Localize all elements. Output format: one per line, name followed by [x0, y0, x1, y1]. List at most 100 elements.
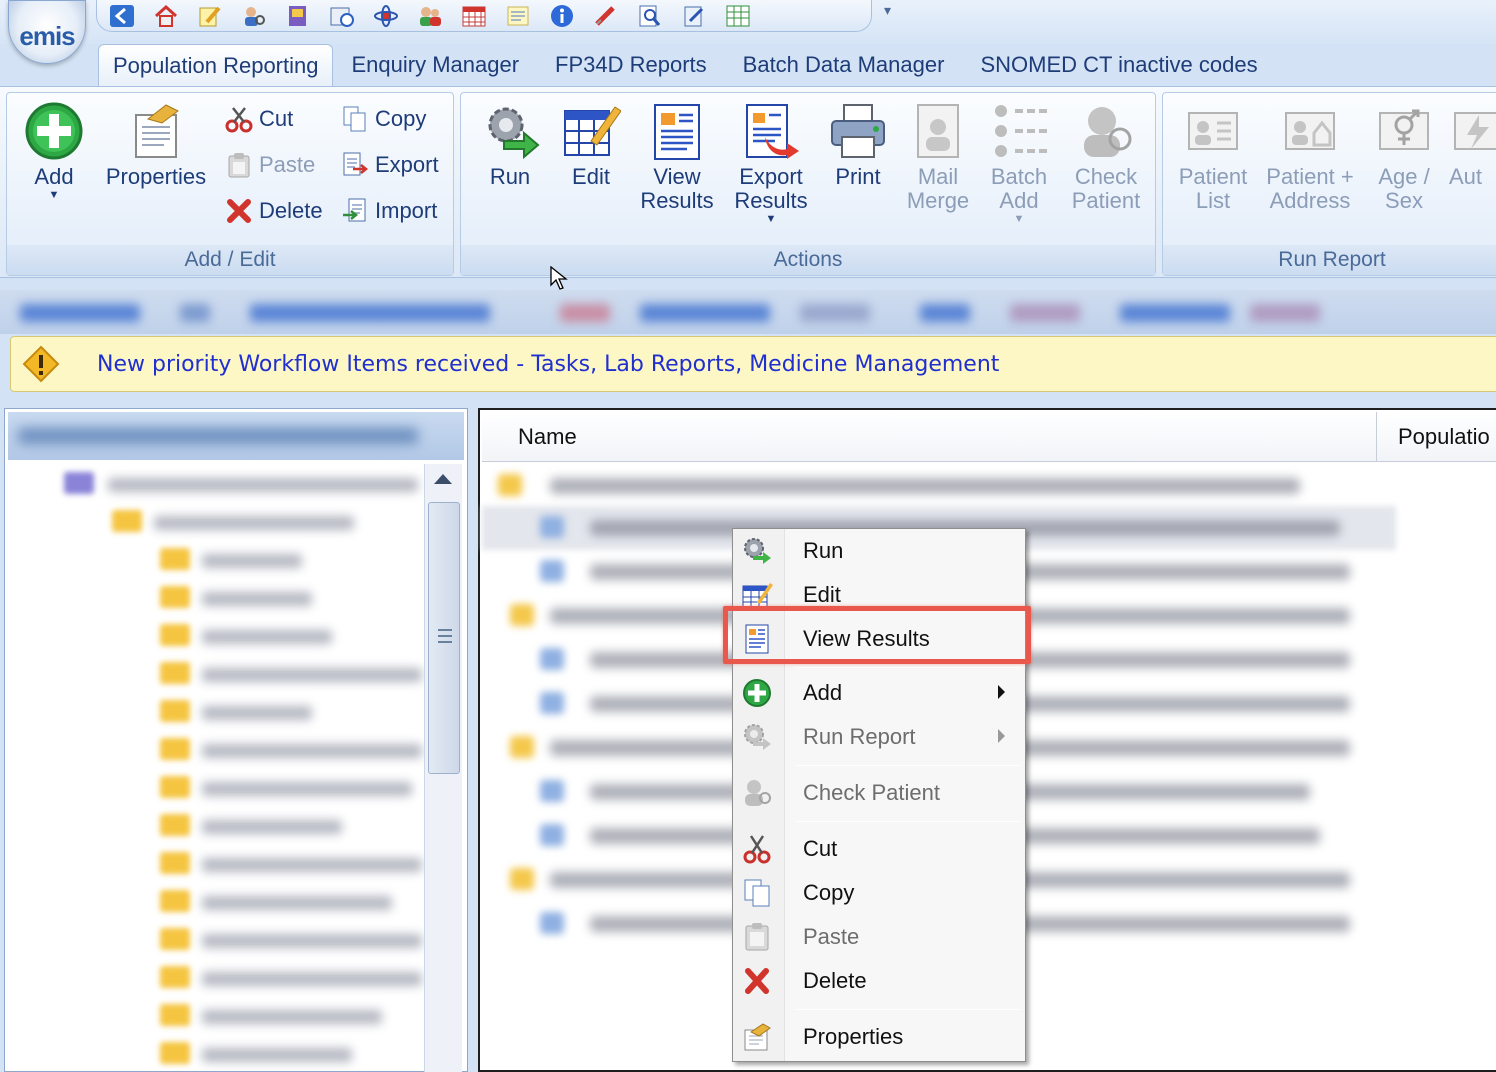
tree-item[interactable]: [24, 1004, 424, 1030]
context-menu-item-copy[interactable]: Copy: [733, 871, 1025, 915]
context-menu-label: Delete: [803, 968, 867, 993]
context-menu-item-run[interactable]: Run: [733, 529, 1025, 573]
context-menu-label: Paste: [803, 924, 860, 949]
run-button[interactable]: Run: [475, 101, 545, 189]
tree-item[interactable]: [24, 586, 424, 612]
tree-item[interactable]: [24, 852, 424, 878]
context-menu-item-check-patient[interactable]: Check Patient: [733, 771, 1025, 815]
context-menu-label: Edit: [803, 582, 841, 607]
tree-item[interactable]: [24, 662, 424, 688]
calendar-clock-icon[interactable]: [327, 3, 357, 29]
users-icon[interactable]: [415, 3, 445, 29]
app-menu-orb[interactable]: emis: [8, 0, 86, 64]
column-separator[interactable]: [1376, 412, 1377, 462]
tree-item[interactable]: [24, 472, 424, 498]
patient-list-icon: [1183, 101, 1243, 161]
batch-add-button[interactable]: Batch Add ▼: [983, 101, 1055, 225]
run-report-icon: [741, 722, 773, 752]
column-header-name[interactable]: Name: [518, 412, 1318, 462]
context-menu-separator: [795, 667, 1021, 668]
context-menu-item-run-report[interactable]: Run Report: [733, 715, 1025, 759]
context-menu-label: Check Patient: [803, 780, 940, 805]
notification-message[interactable]: New priority Workflow Items received - T…: [97, 352, 999, 377]
tree-item[interactable]: [24, 624, 424, 650]
tree-item[interactable]: [24, 700, 424, 726]
magnifier-document-icon[interactable]: [635, 3, 665, 29]
tree-item[interactable]: [24, 776, 424, 802]
batch-add-dropdown-arrow-icon: ▼: [1013, 213, 1025, 225]
warning-diamond-icon: [22, 345, 60, 383]
tab-snomed-ct-inactive-codes[interactable]: SNOMED CT inactive codes: [962, 44, 1275, 86]
calendar-grid-icon[interactable]: [459, 3, 489, 29]
tree-item[interactable]: [24, 738, 424, 764]
context-menu-item-cut[interactable]: Cut: [733, 827, 1025, 871]
patient-address-button[interactable]: Patient + Address: [1261, 101, 1359, 213]
delete-x-icon: [227, 199, 251, 223]
edit-button[interactable]: Edit: [557, 101, 625, 189]
patient-list-button[interactable]: Patient List: [1175, 101, 1251, 213]
ribbon-group-actions: Run Edit View Results Export Results ▼ P…: [460, 92, 1156, 276]
age-sex-button[interactable]: Age / Sex: [1369, 101, 1439, 213]
import-button[interactable]: Import: [341, 197, 437, 225]
tree-item[interactable]: [24, 814, 424, 840]
customize-toolbar-arrow-icon[interactable]: ▾: [884, 2, 891, 19]
molecule-icon[interactable]: [371, 3, 401, 29]
add-label: Add: [34, 164, 74, 189]
tree-item[interactable]: [24, 548, 424, 574]
view-results-button[interactable]: View Results: [637, 101, 717, 213]
workflow-notification-bar[interactable]: New priority Workflow Items received - T…: [10, 336, 1496, 392]
tab-batch-data-manager[interactable]: Batch Data Manager: [725, 44, 963, 86]
import-icon: [343, 198, 366, 222]
auto-report-label: Aut: [1449, 164, 1483, 189]
tree-item[interactable]: [24, 928, 424, 954]
scroll-up-arrow-icon[interactable]: [434, 474, 452, 484]
context-menu-separator: [795, 765, 1021, 766]
tree-item[interactable]: [24, 1042, 424, 1068]
app-logo-text: emis: [19, 20, 75, 51]
mail-merge-button[interactable]: Mail Merge: [903, 101, 973, 213]
tree-vertical-scrollbar[interactable]: [424, 464, 462, 1072]
copy-icon: [741, 878, 773, 908]
view-results-icon: [647, 101, 707, 161]
copy-button[interactable]: Copy: [341, 105, 426, 133]
add-button[interactable]: Add ▼: [17, 101, 91, 201]
ribbon-group-add-edit: Add ▼ Properties Cut Paste Delete Copy E…: [6, 92, 454, 276]
export-button[interactable]: Export: [341, 151, 439, 179]
scrollbar-thumb[interactable]: [428, 502, 460, 774]
auto-report-button[interactable]: Aut: [1449, 101, 1496, 189]
back-arrow-icon[interactable]: [107, 3, 137, 29]
properties-icon: [741, 1022, 773, 1052]
home-icon[interactable]: [151, 3, 181, 29]
syringe-icon[interactable]: [591, 3, 621, 29]
context-menu-item-paste[interactable]: Paste: [733, 915, 1025, 959]
cut-button[interactable]: Cut: [225, 105, 293, 133]
info-icon[interactable]: [547, 3, 577, 29]
user-search-icon[interactable]: [239, 3, 269, 29]
pencil-notes-icon[interactable]: [195, 3, 225, 29]
column-header-population[interactable]: Populatio: [1398, 412, 1496, 462]
tree-item[interactable]: [24, 966, 424, 992]
note-icon[interactable]: [503, 3, 533, 29]
properties-button[interactable]: Properties: [103, 101, 209, 189]
paste-icon: [741, 922, 773, 952]
spreadsheet-icon[interactable]: [723, 3, 753, 29]
tree-item[interactable]: [24, 510, 424, 536]
tree-item[interactable]: [24, 890, 424, 916]
tab-population-reporting[interactable]: Population Reporting: [98, 44, 334, 86]
edit-document-icon[interactable]: [679, 3, 709, 29]
context-menu-item-delete[interactable]: Delete: [733, 959, 1025, 1003]
print-button[interactable]: Print: [823, 101, 893, 189]
document-icon[interactable]: [283, 3, 313, 29]
tab-fp34d-reports[interactable]: FP34D Reports: [537, 44, 725, 86]
paste-button[interactable]: Paste: [225, 151, 315, 179]
delete-button[interactable]: Delete: [225, 197, 323, 225]
check-patient-button[interactable]: Check Patient: [1067, 101, 1145, 213]
list-item[interactable]: [490, 466, 1390, 506]
view-results-highlight-annotation: [723, 606, 1031, 664]
import-label: Import: [375, 198, 438, 223]
scissors-icon: [225, 107, 253, 133]
export-results-button[interactable]: Export Results ▼: [729, 101, 813, 225]
context-menu-item-add[interactable]: Add: [733, 671, 1025, 715]
tab-enquiry-manager[interactable]: Enquiry Manager: [333, 44, 537, 86]
context-menu-item-properties[interactable]: Properties: [733, 1015, 1025, 1059]
